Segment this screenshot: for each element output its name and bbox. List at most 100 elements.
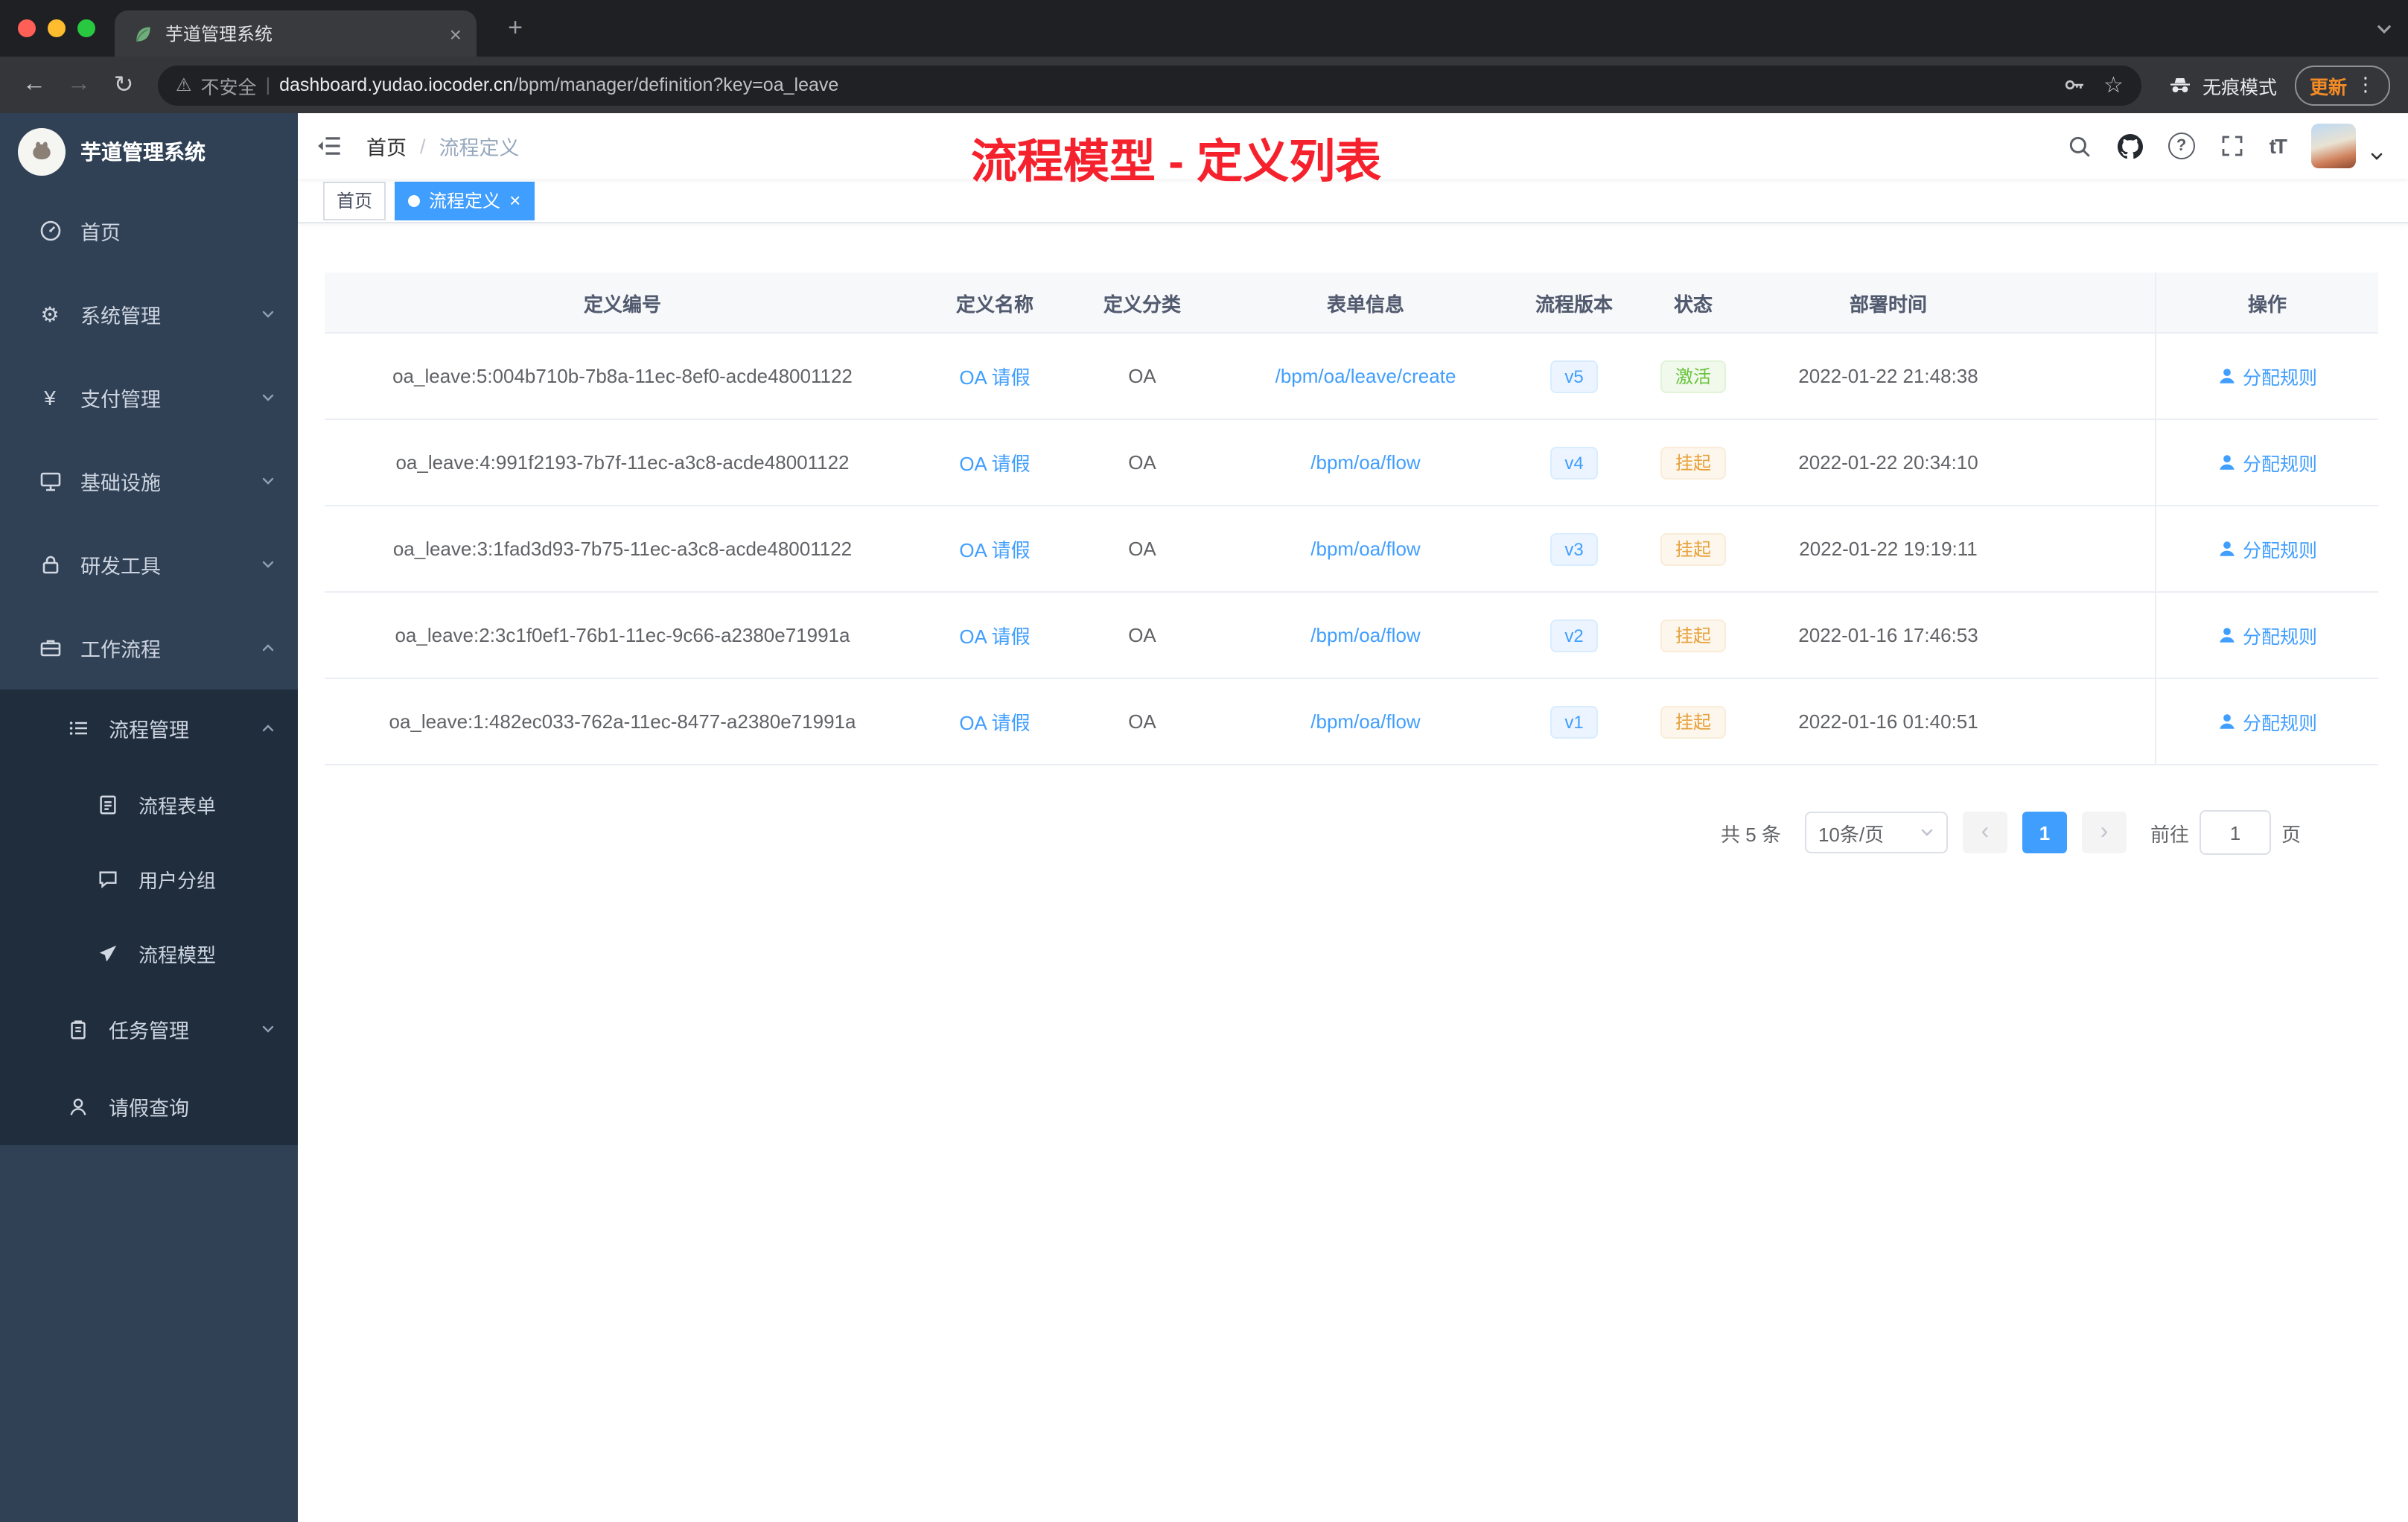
bookmark-star-icon[interactable]: ☆ xyxy=(2103,71,2124,98)
chevron-down-icon xyxy=(261,474,275,488)
assign-rule-button[interactable]: 分配规则 xyxy=(2217,621,2317,649)
form-info-link[interactable]: /bpm/oa/leave/create xyxy=(1215,334,1516,418)
sidebar-item-home[interactable]: 首页 xyxy=(0,189,298,273)
breadcrumb-home[interactable]: 首页 xyxy=(366,131,407,161)
sidebar-item-system[interactable]: ⚙ 系统管理 xyxy=(0,273,298,356)
github-icon[interactable] xyxy=(2117,133,2143,159)
screen: 芋道管理系统 × + ← → ↻ ⚠ 不安全 | dashboard.yudao… xyxy=(0,0,2408,1522)
tag-process-definition[interactable]: 流程定义 × xyxy=(395,181,535,220)
back-icon[interactable]: ← xyxy=(15,66,54,104)
page-size-select[interactable]: 10条/页 xyxy=(1804,812,1948,853)
status-badge: 激活 xyxy=(1632,334,1754,418)
active-tag-dot xyxy=(408,194,421,206)
assign-rule-button[interactable]: 分配规则 xyxy=(2217,535,2317,563)
font-size-icon[interactable]: tT xyxy=(2270,134,2287,158)
column-header: 状态 xyxy=(1673,293,1713,315)
document-icon xyxy=(95,792,121,817)
tag-close-icon[interactable]: × xyxy=(509,191,520,210)
sidebar-item-task-management[interactable]: 任务管理 xyxy=(0,990,298,1068)
sidebar-item-process-model[interactable]: 流程模型 xyxy=(0,916,298,990)
sidebar-item-leave-query[interactable]: 请假查询 xyxy=(0,1068,298,1145)
definition-id: oa_leave:4:991f2193-7b7f-11ec-a3c8-acde4… xyxy=(395,451,850,474)
sidebar-item-label: 工作流程 xyxy=(80,639,161,661)
sidebar-item-devtools[interactable]: 研发工具 xyxy=(0,523,298,606)
sidebar-item-label: 首页 xyxy=(80,222,121,244)
tab-search-icon[interactable] xyxy=(2375,21,2393,39)
browser-tab[interactable]: 芋道管理系统 × xyxy=(115,10,477,57)
definition-category: OA xyxy=(1128,624,1156,646)
assign-rule-button[interactable]: 分配规则 xyxy=(2217,707,2317,736)
chat-bubble-icon xyxy=(95,866,121,891)
prev-page-button[interactable]: ‹ xyxy=(1962,812,2007,853)
definition-name-link[interactable]: OA 请假 xyxy=(920,420,1069,505)
browser-update-button[interactable]: 更新 ⋮ xyxy=(2294,65,2390,105)
url-domain: dashboard.yudao.iocoder.cn xyxy=(279,74,514,95)
reload-icon[interactable]: ↻ xyxy=(104,66,143,104)
row-filler xyxy=(2022,593,2155,678)
form-info-link[interactable]: /bpm/oa/flow xyxy=(1215,679,1516,764)
tab-close-icon[interactable]: × xyxy=(450,23,462,44)
sidebar-item-infrastructure[interactable]: 基础设施 xyxy=(0,439,298,523)
fullscreen-icon[interactable] xyxy=(2220,134,2244,158)
page-number-button[interactable]: 1 xyxy=(2022,812,2067,853)
sidebar-item-process-management[interactable]: 流程管理 xyxy=(0,690,298,767)
incognito-label: 无痕模式 xyxy=(2202,77,2277,98)
goto-page-input[interactable] xyxy=(2199,810,2271,855)
definition-category: OA xyxy=(1128,365,1156,387)
column-header: 定义名称 xyxy=(955,293,1033,315)
sidebar-item-user-group[interactable]: 用户分组 xyxy=(0,841,298,916)
browser-toolbar: ← → ↻ ⚠ 不安全 | dashboard.yudao.iocoder.cn… xyxy=(0,57,2408,113)
assign-rule-button[interactable]: 分配规则 xyxy=(2217,362,2317,390)
sidebar-item-payment[interactable]: ¥ 支付管理 xyxy=(0,356,298,439)
form-info-link[interactable]: /bpm/oa/flow xyxy=(1215,506,1516,591)
app-logo-row[interactable]: 芋道管理系统 xyxy=(0,113,298,189)
row-actions: 分配规则 xyxy=(2155,334,2378,418)
zoom-window-button[interactable] xyxy=(77,19,95,37)
address-bar[interactable]: ⚠ 不安全 | dashboard.yudao.iocoder.cn/bpm/m… xyxy=(158,65,2141,105)
monitor-icon xyxy=(37,468,63,494)
sidebar-item-process-form[interactable]: 流程表单 xyxy=(0,767,298,841)
sidebar-collapse-icon[interactable] xyxy=(316,133,343,159)
definition-name-link[interactable]: OA 请假 xyxy=(920,506,1069,591)
send-icon xyxy=(95,940,121,966)
page-content: 定义编号 定义名称 定义分类 表单信息 流程版本 状态 部署时间 操作 oa_l… xyxy=(298,223,2408,855)
definition-name-link[interactable]: OA 请假 xyxy=(920,593,1069,678)
table-row: oa_leave:1:482ec033-762a-11ec-8477-a2380… xyxy=(325,679,2378,765)
tag-home[interactable]: 首页 xyxy=(323,181,386,220)
sidebar-item-label: 流程模型 xyxy=(138,943,217,966)
definition-name-link[interactable]: OA 请假 xyxy=(920,679,1069,764)
sidebar-item-label: 用户分组 xyxy=(138,869,217,891)
lock-icon xyxy=(37,552,63,577)
help-icon[interactable]: ? xyxy=(2167,133,2195,159)
column-header: 定义编号 xyxy=(583,293,661,315)
version-badge: v1 xyxy=(1516,679,1632,764)
new-tab-button[interactable]: + xyxy=(494,7,536,49)
dashboard-icon xyxy=(37,218,63,243)
form-info-link[interactable]: /bpm/oa/flow xyxy=(1215,593,1516,678)
next-page-button[interactable]: › xyxy=(2081,812,2127,853)
page-size-value: 10条/页 xyxy=(1818,823,1885,845)
table-row: oa_leave:5:004b710b-7b8a-11ec-8ef0-acde4… xyxy=(325,334,2378,420)
minimize-window-button[interactable] xyxy=(48,19,66,37)
chevron-down-icon xyxy=(261,557,275,572)
deploy-time: 2022-01-16 17:46:53 xyxy=(1798,624,1978,646)
avatar-caret-icon[interactable] xyxy=(2369,149,2384,164)
definition-name-link[interactable]: OA 请假 xyxy=(920,334,1069,418)
deploy-time: 2022-01-16 01:40:51 xyxy=(1798,710,1978,733)
page-unit-label: 页 xyxy=(2281,823,2301,845)
browser-tab-strip: 芋道管理系统 × + xyxy=(0,0,2408,57)
sidebar-item-workflow[interactable]: 工作流程 xyxy=(0,606,298,690)
forward-icon[interactable]: → xyxy=(60,66,98,104)
menu-dots-icon[interactable]: ⋮ xyxy=(2356,73,2375,97)
search-icon[interactable] xyxy=(2067,133,2092,159)
tag-label: 首页 xyxy=(337,191,373,211)
chevron-down-icon xyxy=(261,390,275,405)
form-info-link[interactable]: /bpm/oa/flow xyxy=(1215,420,1516,505)
sidebar: 芋道管理系统 首页 ⚙ 系统管理 ¥ 支付管理 基础设施 研发工具 工作流程 流… xyxy=(0,113,298,1522)
key-icon[interactable] xyxy=(2062,73,2086,97)
sidebar-item-label: 流程管理 xyxy=(109,719,189,742)
definition-category: OA xyxy=(1128,710,1156,733)
close-window-button[interactable] xyxy=(18,19,36,37)
assign-rule-button[interactable]: 分配规则 xyxy=(2217,448,2317,477)
avatar[interactable] xyxy=(2311,124,2356,168)
